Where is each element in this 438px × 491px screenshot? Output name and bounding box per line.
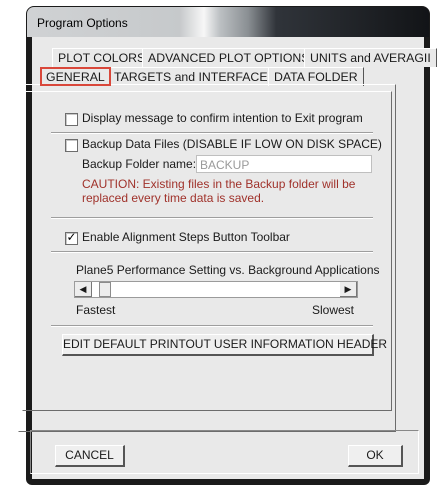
divider: [51, 132, 373, 134]
scroll-right-icon[interactable]: ▶: [340, 282, 357, 297]
confirm-exit-checkbox[interactable]: [65, 113, 78, 126]
performance-title: Plane5 Performance Setting vs. Backgroun…: [76, 263, 380, 277]
scroll-thumb[interactable]: [99, 282, 111, 297]
caution-text-line-1: CAUTION: Existing files in the Backup fo…: [82, 177, 356, 191]
title-bar[interactable]: Program Options: [27, 7, 429, 37]
edit-header-button[interactable]: EDIT DEFAULT PRINTOUT USER INFORMATION H…: [62, 334, 387, 356]
toolbar-checkbox[interactable]: ✓: [65, 230, 78, 245]
tab-general[interactable]: GENERAL: [40, 67, 111, 86]
backup-checkbox[interactable]: [65, 139, 78, 152]
cancel-button[interactable]: CANCEL: [55, 445, 125, 467]
scroll-left-icon[interactable]: ◀: [75, 282, 92, 297]
ok-button[interactable]: OK: [348, 445, 403, 467]
confirm-exit-label: Display message to confirm intention to …: [82, 111, 363, 125]
caution-text-line-2: replaced every time data is saved.: [82, 191, 265, 205]
divider: [51, 251, 373, 253]
backup-label: Backup Data Files (DISABLE IF LOW ON DIS…: [82, 137, 382, 151]
slowest-label: Slowest: [312, 303, 355, 317]
tab-plot-colors[interactable]: PLOT COLORS: [52, 48, 152, 67]
backup-folder-input[interactable]: BACKUP: [196, 155, 372, 173]
divider: [51, 325, 373, 327]
checkmark-icon: ✓: [66, 230, 77, 244]
backup-folder-label: Backup Folder name:: [82, 157, 197, 171]
fastest-label: Fastest: [76, 303, 116, 317]
performance-scrollbar[interactable]: ◀ ▶: [74, 281, 358, 298]
toolbar-label: Enable Alignment Steps Button Toolbar: [82, 230, 290, 244]
tab-advanced-plot-options[interactable]: ADVANCED PLOT OPTIONS: [142, 48, 316, 67]
window-title: Program Options: [37, 16, 128, 30]
divider: [51, 217, 373, 219]
tab-units-and-averaging[interactable]: UNITS and AVERAGII: [304, 48, 437, 67]
